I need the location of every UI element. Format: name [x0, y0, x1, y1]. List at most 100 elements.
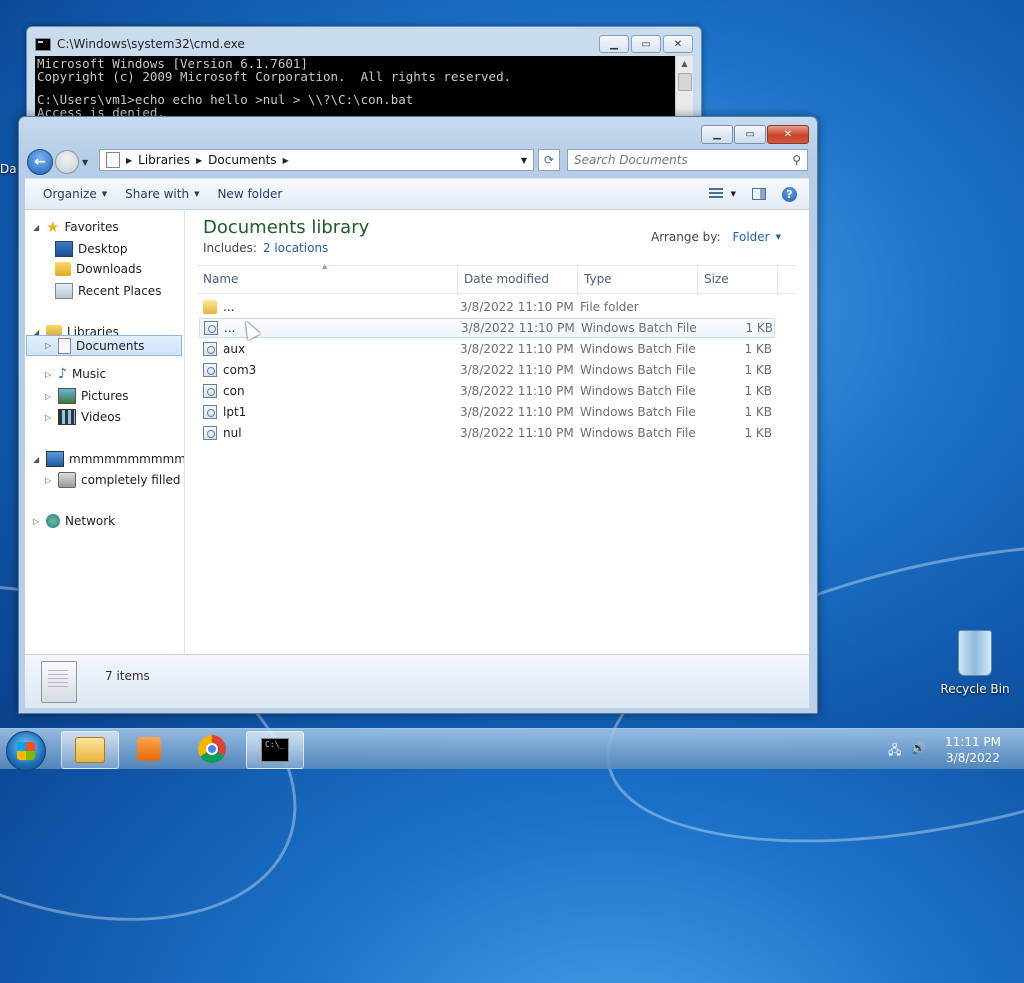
cmd-close-button[interactable]: ✕: [663, 35, 693, 53]
file-row[interactable]: aux 3/8/2022 11:10 PM Windows Batch File…: [199, 339, 775, 359]
collapsed-triangle-icon[interactable]: ▷: [45, 341, 53, 350]
nav-favorites-label: Favorites: [64, 220, 119, 234]
batch-file-icon: [203, 426, 217, 440]
clock[interactable]: 11:11 PM 3/8/2022: [940, 734, 1006, 766]
scroll-up-arrow-icon[interactable]: ▲: [676, 56, 693, 72]
cmd-title-text: C:\Windows\system32\cmd.exe: [57, 37, 245, 51]
nav-drive-c[interactable]: ▷ completely filled (C:: [45, 472, 184, 488]
collapsed-triangle-icon[interactable]: ▷: [45, 476, 53, 485]
refresh-button[interactable]: ⟳: [538, 149, 560, 171]
navigation-pane[interactable]: ◢ ★ Favorites Desktop Downloads Recent Pla…: [25, 210, 185, 654]
network-tray-icon[interactable]: 🖧: [888, 741, 901, 762]
nav-network[interactable]: ▷ Network: [33, 514, 115, 528]
desktop-icon: [55, 241, 73, 257]
recent-pages-dropdown-icon[interactable]: ▼: [82, 158, 88, 167]
address-dropdown-icon[interactable]: ▼: [521, 156, 527, 165]
arrange-by-dropdown[interactable]: Folder ▼: [733, 230, 781, 244]
column-header-date[interactable]: Date modified: [458, 266, 578, 293]
collapsed-triangle-icon[interactable]: ▷: [45, 370, 53, 379]
collapsed-triangle-icon[interactable]: ▷: [33, 517, 41, 526]
scroll-thumb[interactable]: [678, 73, 692, 91]
search-input[interactable]: [568, 152, 786, 168]
share-with-button[interactable]: Share with ▼: [125, 187, 199, 201]
search-icon[interactable]: ⚲: [792, 153, 801, 167]
nav-pictures[interactable]: ▷ Pictures: [45, 388, 129, 404]
address-bar[interactable]: ▶ Libraries ▶ Documents ▶ ▼: [99, 149, 534, 171]
breadcrumb-separator-icon[interactable]: ▶: [283, 156, 289, 165]
details-pane: 7 items: [25, 654, 809, 708]
expanded-triangle-icon[interactable]: ◢: [33, 455, 41, 464]
desktop-icon-label-partial: Da: [0, 162, 17, 176]
file-row[interactable]: com3 3/8/2022 11:10 PM Windows Batch Fil…: [199, 360, 775, 380]
explorer-minimize-button[interactable]: ▁: [701, 125, 733, 144]
help-icon[interactable]: ?: [782, 186, 797, 202]
volume-icon[interactable]: 🔊: [911, 741, 926, 762]
file-type: Windows Batch File: [580, 342, 696, 356]
file-date: 3/8/2022 11:10 PM: [460, 342, 574, 356]
taskbar-cmd-button[interactable]: C:\_: [246, 731, 304, 769]
cmd-minimize-button[interactable]: ▁: [599, 35, 629, 53]
taskbar-explorer-button[interactable]: [61, 731, 119, 769]
nav-documents-label: Documents: [76, 338, 145, 353]
file-list-pane[interactable]: Documents library Includes: 2 locations A…: [185, 210, 809, 654]
star-icon: ★: [46, 218, 60, 236]
start-button[interactable]: [6, 731, 46, 771]
nav-computer-label: mmmmmmmmmmmmn: [69, 452, 185, 466]
breadcrumb-separator-icon[interactable]: ▶: [196, 156, 202, 165]
nav-favorites[interactable]: ◢ ★ Favorites: [33, 218, 119, 236]
explorer-maximize-button[interactable]: ▭: [734, 125, 766, 144]
cmd-titlebar[interactable]: C:\Windows\system32\cmd.exe: [35, 35, 245, 53]
nav-recent-places[interactable]: Recent Places: [55, 283, 161, 299]
explorer-close-button[interactable]: ✕: [767, 125, 809, 144]
breadcrumb-libraries[interactable]: Libraries: [138, 153, 190, 167]
cmd-icon: C:\_: [261, 738, 289, 762]
nav-documents[interactable]: ▷ Documents: [26, 335, 182, 356]
nav-music[interactable]: ▷ ♪ Music: [45, 367, 106, 381]
new-folder-button[interactable]: New folder: [217, 187, 282, 201]
batch-file-icon: [203, 342, 217, 356]
clock-time: 11:11 PM: [945, 735, 1001, 749]
includes-locations-link[interactable]: 2 locations: [263, 241, 328, 255]
nav-downloads[interactable]: Downloads: [55, 262, 142, 276]
preview-pane-icon[interactable]: [752, 188, 766, 200]
column-header-type[interactable]: Type: [578, 266, 698, 293]
file-name: aux: [223, 342, 246, 356]
file-name: con: [223, 384, 245, 398]
collapsed-triangle-icon[interactable]: ▷: [45, 413, 53, 422]
forward-button[interactable]: [55, 150, 79, 174]
change-view-button[interactable]: ▼: [708, 188, 736, 200]
column-header-size[interactable]: Size: [698, 266, 778, 293]
batch-file-icon: [203, 384, 217, 398]
expanded-triangle-icon[interactable]: ◢: [33, 223, 41, 232]
breadcrumb-documents[interactable]: Documents: [208, 153, 276, 167]
nav-videos[interactable]: ▷ Videos: [45, 409, 121, 425]
file-size: 1 KB: [744, 405, 772, 419]
column-header-name[interactable]: Name: [197, 266, 458, 293]
cmd-maximize-button[interactable]: ▭: [631, 35, 661, 53]
search-box[interactable]: ⚲: [567, 149, 808, 171]
nav-computer[interactable]: ◢ mmmmmmmmmmmmn: [33, 451, 185, 467]
file-type: Windows Batch File: [580, 426, 696, 440]
file-row[interactable]: lpt1 3/8/2022 11:10 PM Windows Batch Fil…: [199, 402, 775, 422]
nav-drive-label: completely filled (C:: [81, 473, 184, 487]
item-count: 7 items: [105, 669, 150, 683]
file-row[interactable]: con 3/8/2022 11:10 PM Windows Batch File…: [199, 381, 775, 401]
recycle-bin-desktop-icon[interactable]: Recycle Bin: [940, 630, 1010, 696]
file-name: ...: [223, 300, 235, 314]
recycle-bin-label: Recycle Bin: [940, 682, 1010, 696]
breadcrumb-separator-icon[interactable]: ▶: [126, 156, 132, 165]
collapsed-triangle-icon[interactable]: ▷: [45, 392, 53, 401]
column-headers: Name Date modified Type Size: [197, 265, 797, 294]
explorer-window[interactable]: ▁ ▭ ✕ ← ▼ ▶ Libraries ▶ Documents ▶ ▼ ⟳ …: [18, 116, 818, 714]
file-name: ...: [224, 321, 236, 335]
file-row[interactable]: nul 3/8/2022 11:10 PM Windows Batch File…: [199, 423, 775, 443]
file-type: Windows Batch File: [580, 363, 696, 377]
nav-desktop[interactable]: Desktop: [55, 241, 128, 257]
arrange-by-value: Folder: [732, 230, 770, 244]
file-row[interactable]: ... 3/8/2022 11:10 PM Windows Batch File…: [199, 318, 775, 338]
taskbar-media-player-button[interactable]: [121, 731, 177, 767]
taskbar-chrome-button[interactable]: [184, 731, 240, 767]
file-row[interactable]: ... 3/8/2022 11:10 PM File folder: [199, 297, 775, 317]
organize-button[interactable]: Organize ▼: [43, 187, 107, 201]
back-button[interactable]: ←: [27, 149, 53, 175]
